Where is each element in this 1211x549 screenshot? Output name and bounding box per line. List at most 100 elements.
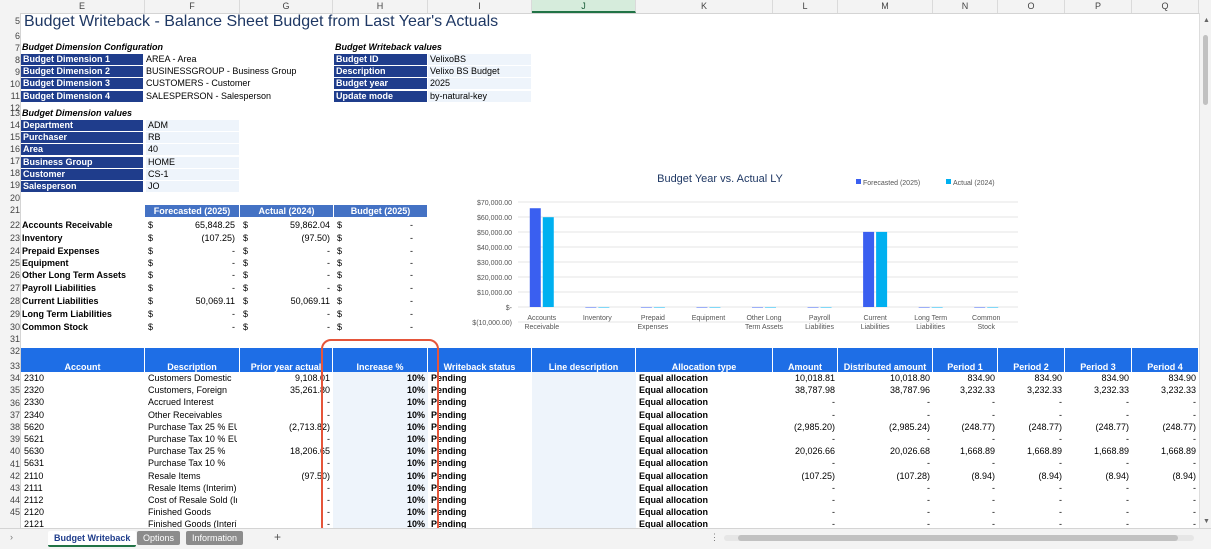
- row-number[interactable]: 28: [0, 296, 20, 306]
- budget-value[interactable]: -: [345, 309, 413, 319]
- forecast-value[interactable]: (107.25): [155, 233, 235, 243]
- row-number[interactable]: 10: [0, 79, 20, 89]
- row-number[interactable]: 29: [0, 309, 20, 319]
- actual-value[interactable]: -: [250, 322, 330, 332]
- column-header-p[interactable]: P: [1065, 0, 1132, 13]
- more-icon[interactable]: ⋮: [710, 532, 719, 543]
- column-header-n[interactable]: N: [933, 0, 998, 13]
- row-number[interactable]: 36: [0, 398, 20, 408]
- dim-config-value[interactable]: BUSINESSGROUP - Business Group: [146, 66, 326, 77]
- row-number[interactable]: 5: [0, 16, 20, 26]
- row-number[interactable]: 26: [0, 270, 20, 280]
- row-number[interactable]: 11: [0, 91, 20, 101]
- actual-value[interactable]: -: [250, 246, 330, 256]
- column-header-m[interactable]: M: [838, 0, 933, 13]
- writeback-value[interactable]: by-natural-key: [428, 90, 531, 102]
- row-number[interactable]: 31: [0, 334, 20, 344]
- horizontal-scrollbar[interactable]: [724, 535, 1194, 541]
- row-number[interactable]: 34: [0, 373, 20, 383]
- column-header-l[interactable]: L: [773, 0, 838, 13]
- row-number[interactable]: 16: [0, 144, 20, 154]
- dim-config-value[interactable]: CUSTOMERS - Customer: [146, 78, 326, 89]
- scroll-down-icon[interactable]: ▼: [1203, 518, 1210, 525]
- tab-scroll-left-icon[interactable]: ›: [10, 532, 13, 542]
- forecast-value[interactable]: -: [155, 270, 235, 280]
- row-number[interactable]: 44: [0, 495, 20, 505]
- row-number[interactable]: 24: [0, 246, 20, 256]
- budget-value[interactable]: -: [345, 322, 413, 332]
- actual-value[interactable]: 50,069.11: [250, 296, 330, 306]
- row-number[interactable]: 13: [0, 108, 20, 118]
- actual-value[interactable]: (97.50): [250, 233, 330, 243]
- budget-value[interactable]: -: [345, 246, 413, 256]
- forecast-value[interactable]: 65,848.25: [155, 220, 235, 230]
- writeback-value[interactable]: 2025: [428, 78, 531, 90]
- dim-value-value[interactable]: JO: [146, 181, 239, 192]
- budget-value[interactable]: -: [345, 283, 413, 293]
- actual-value[interactable]: -: [250, 270, 330, 280]
- forecast-value[interactable]: -: [155, 246, 235, 256]
- row-number[interactable]: 39: [0, 434, 20, 444]
- row-number[interactable]: 30: [0, 322, 20, 332]
- budget-value[interactable]: -: [345, 258, 413, 268]
- row-number[interactable]: 14: [0, 120, 20, 130]
- budget-chart[interactable]: Budget Year vs. Actual LY Forecasted (202…: [440, 165, 1030, 340]
- row-number[interactable]: 20: [0, 193, 20, 203]
- column-header-i[interactable]: I: [428, 0, 532, 13]
- actual-value[interactable]: 59,862.04: [250, 220, 330, 230]
- column-header-e[interactable]: E: [20, 0, 145, 13]
- column-header-j[interactable]: J: [532, 0, 636, 13]
- row-number[interactable]: 23: [0, 233, 20, 243]
- dim-config-value[interactable]: AREA - Area: [146, 54, 326, 65]
- dim-config-value[interactable]: SALESPERSON - Salesperson: [146, 91, 326, 102]
- row-number[interactable]: 17: [0, 156, 20, 166]
- budget-value[interactable]: -: [345, 220, 413, 230]
- row-number[interactable]: 22: [0, 220, 20, 230]
- scroll-thumb[interactable]: [1203, 35, 1208, 105]
- dim-value-value[interactable]: 40: [146, 144, 239, 156]
- h-scroll-thumb[interactable]: [738, 535, 1178, 541]
- row-number[interactable]: 6: [0, 31, 20, 41]
- budget-value[interactable]: -: [345, 296, 413, 306]
- row-number[interactable]: 9: [0, 67, 20, 77]
- dim-value-value[interactable]: ADM: [146, 120, 239, 131]
- tab-information[interactable]: Information: [186, 531, 244, 545]
- row-number[interactable]: 18: [0, 168, 20, 178]
- tab-budget-writeback[interactable]: Budget Writeback: [48, 531, 137, 547]
- row-number[interactable]: 32: [0, 346, 20, 356]
- row-number[interactable]: 41: [0, 459, 20, 469]
- column-header-k[interactable]: K: [636, 0, 773, 13]
- budget-value[interactable]: -: [345, 233, 413, 243]
- writeback-value[interactable]: Velixo BS Budget: [428, 66, 531, 78]
- dim-value-value[interactable]: CS-1: [146, 168, 239, 180]
- row-number[interactable]: 35: [0, 385, 20, 395]
- row-number[interactable]: 45: [0, 507, 20, 517]
- tab-options[interactable]: Options: [137, 531, 181, 545]
- row-number[interactable]: 21: [0, 205, 20, 215]
- row-number[interactable]: 42: [0, 471, 20, 481]
- dim-value-value[interactable]: RB: [146, 132, 239, 144]
- forecast-value[interactable]: -: [155, 322, 235, 332]
- forecast-value[interactable]: -: [155, 258, 235, 268]
- scroll-up-icon[interactable]: ▲: [1203, 17, 1210, 24]
- column-header-h[interactable]: H: [333, 0, 428, 13]
- row-number[interactable]: 38: [0, 422, 20, 432]
- dim-value-value[interactable]: HOME: [146, 156, 239, 168]
- row-number[interactable]: 40: [0, 446, 20, 456]
- row-number[interactable]: 27: [0, 283, 20, 293]
- column-header-q[interactable]: Q: [1132, 0, 1199, 13]
- row-number[interactable]: 25: [0, 258, 20, 268]
- actual-value[interactable]: -: [250, 309, 330, 319]
- add-sheet-button[interactable]: +: [274, 530, 281, 544]
- forecast-value[interactable]: -: [155, 309, 235, 319]
- actual-value[interactable]: -: [250, 258, 330, 268]
- row-number[interactable]: 19: [0, 180, 20, 190]
- forecast-value[interactable]: 50,069.11: [155, 296, 235, 306]
- actual-value[interactable]: -: [250, 283, 330, 293]
- row-number[interactable]: 8: [0, 55, 20, 65]
- column-header-g[interactable]: G: [240, 0, 333, 13]
- row-number[interactable]: 7: [0, 43, 20, 53]
- writeback-value[interactable]: VelixoBS: [428, 54, 531, 65]
- row-number[interactable]: 33: [0, 361, 20, 371]
- vertical-scrollbar[interactable]: ▲ ▼: [1199, 13, 1211, 528]
